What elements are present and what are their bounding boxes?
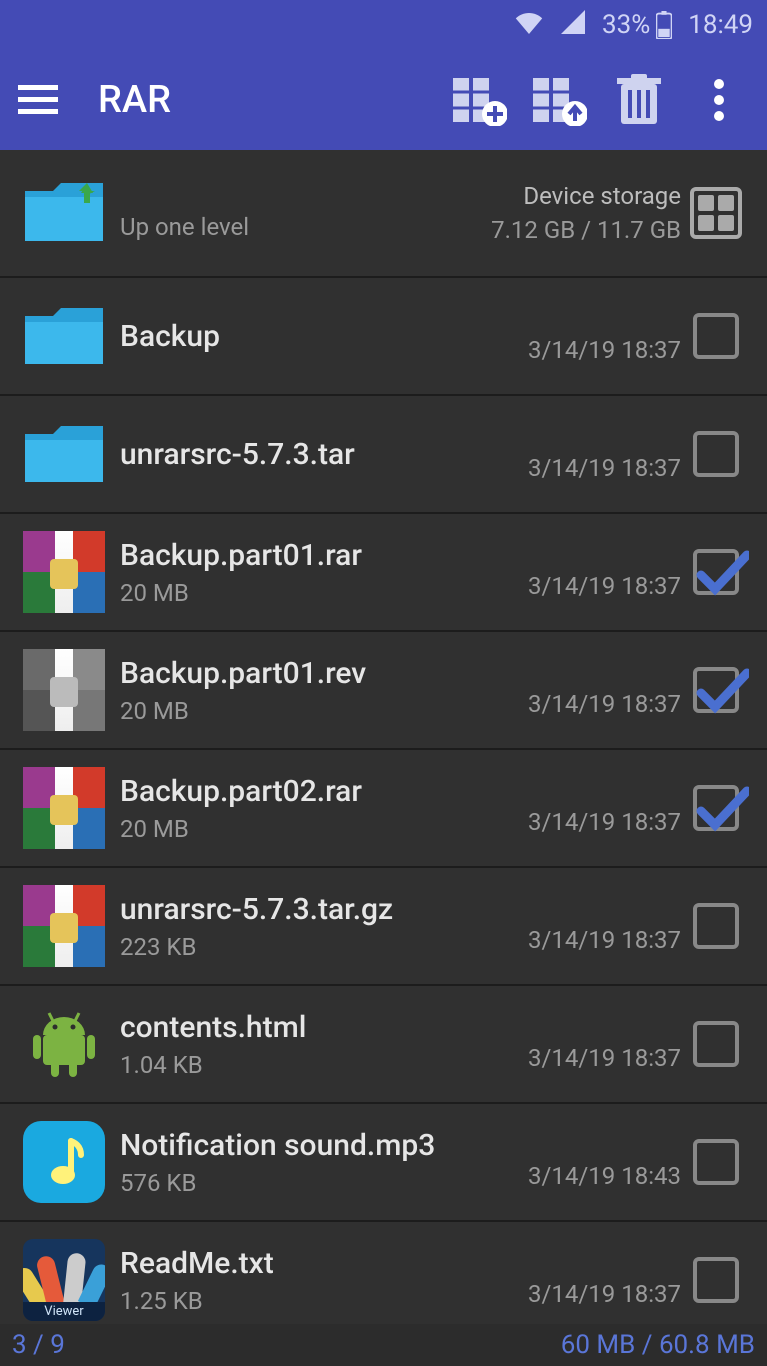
checkbox[interactable] [693,1257,739,1303]
music-icon [14,1121,114,1203]
overflow-menu-button[interactable] [679,79,759,121]
rar-icon [14,885,114,967]
file-size: 576 KB [120,1169,461,1197]
file-date: 3/14/19 18:37 [461,1044,681,1072]
archive-add-icon [451,74,507,126]
file-name: Notification sound.mp3 [120,1128,461,1163]
status-bar: 33% 18:49 [0,0,767,50]
checkbox[interactable] [693,431,739,477]
file-name: Backup.part01.rar [120,538,461,573]
checkbox[interactable] [693,785,739,831]
battery-status: 33% [602,10,672,40]
file-date: 3/14/19 18:37 [461,808,681,836]
file-name: contents.html [120,1010,461,1045]
checkbox[interactable] [693,667,739,713]
checkbox[interactable] [693,1139,739,1185]
rev-icon [14,649,114,731]
list-item[interactable]: ViewerReadMe.txt 1.25 KB3/14/19 18:37 [0,1222,767,1324]
list-item[interactable]: Notification sound.mp3 576 KB3/14/19 18:4… [0,1104,767,1222]
file-date: 3/14/19 18:37 [461,336,681,364]
clock: 18:49 [688,10,753,40]
file-date: 3/14/19 18:37 [461,1280,681,1308]
menu-button[interactable] [8,85,68,115]
file-size: 1.04 KB [120,1051,461,1079]
checkbox[interactable] [693,1021,739,1067]
delete-button[interactable] [599,74,679,126]
file-size: 20 MB [120,697,461,725]
checkbox[interactable] [693,903,739,949]
more-vert-icon [714,79,724,121]
file-name: Backup [120,319,461,354]
list-item[interactable]: unrarsrc-5.7.3.tar3/14/19 18:37 [0,396,767,514]
folder-up-icon [14,179,114,247]
selection-size: 60 MB / 60.8 MB [561,1330,755,1360]
file-size: 20 MB [120,815,461,843]
archive-extract-icon [531,74,587,126]
file-date: 3/14/19 18:37 [461,572,681,600]
signal-icon [560,10,586,41]
extract-archive-button[interactable] [519,74,599,126]
list-item[interactable]: Backup.part01.rev 20 MB3/14/19 18:37 [0,632,767,750]
list-item[interactable]: Backup.part02.rar 20 MB3/14/19 18:37 [0,750,767,868]
list-item[interactable]: Backup3/14/19 18:37 [0,278,767,396]
add-archive-button[interactable] [439,74,519,126]
app-bar: RAR [0,50,767,150]
file-name: Backup.part01.rev [120,656,461,691]
file-name: unrarsrc-5.7.3.tar [120,437,461,472]
file-date: 3/14/19 18:37 [461,454,681,482]
up-one-level-row[interactable]: Up one level Device storage 7.12 GB / 11… [0,150,767,278]
hamburger-icon [18,85,58,115]
android-icon [14,1001,114,1087]
file-name: unrarsrc-5.7.3.tar.gz [120,892,461,927]
checkbox[interactable] [693,549,739,595]
checkbox[interactable] [693,313,739,359]
list-item[interactable]: Backup.part01.rar 20 MB3/14/19 18:37 [0,514,767,632]
trash-icon [617,74,661,126]
file-size: 1.25 KB [120,1287,461,1315]
file-size: 20 MB [120,579,461,607]
file-date: 3/14/19 18:43 [461,1162,681,1190]
footer-bar: 3 / 9 60 MB / 60.8 MB [0,1324,767,1366]
battery-icon [656,11,672,39]
folder-icon [14,302,114,370]
battery-percent: 33% [602,10,650,40]
file-list[interactable]: Up one level Device storage 7.12 GB / 11… [0,150,767,1324]
file-size: 223 KB [120,933,461,961]
file-date: 3/14/19 18:37 [461,926,681,954]
app-title: RAR [98,78,171,122]
list-item[interactable]: contents.html 1.04 KB3/14/19 18:37 [0,986,767,1104]
rar-icon [14,767,114,849]
file-name: Backup.part02.rar [120,774,461,809]
storage-label: Device storage [461,182,681,210]
up-label: Up one level [120,213,461,241]
folder-icon [14,420,114,488]
selection-count: 3 / 9 [12,1330,65,1360]
storage-usage: 7.12 GB / 11.7 GB [461,216,681,244]
rar-icon [14,531,114,613]
file-name: ReadMe.txt [120,1246,461,1281]
wifi-icon [514,10,544,41]
view-toggle-button[interactable] [690,187,742,239]
list-item[interactable]: unrarsrc-5.7.3.tar.gz 223 KB3/14/19 18:37 [0,868,767,986]
file-date: 3/14/19 18:37 [461,690,681,718]
viewer-icon: Viewer [14,1239,114,1321]
